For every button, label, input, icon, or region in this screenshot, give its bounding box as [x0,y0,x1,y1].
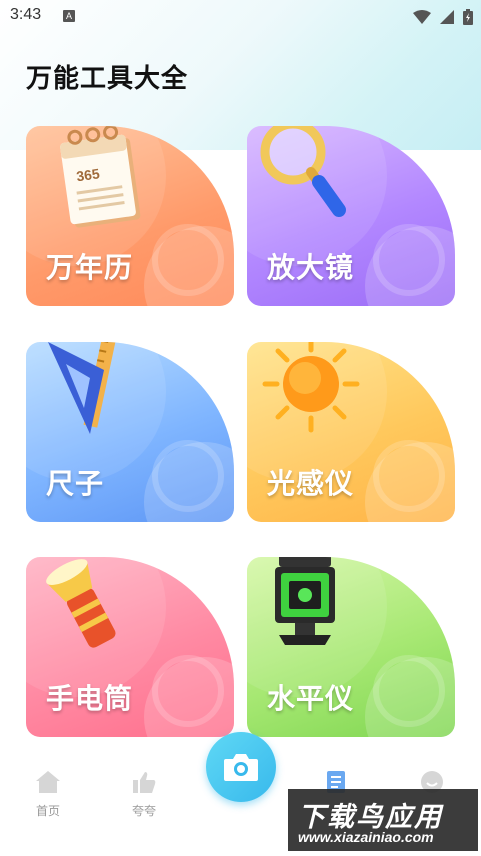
nav-home-label: 首页 [35,804,60,818]
notification-icon: A [63,10,75,22]
magnifier-icon [260,126,346,217]
tool-card-magnifier[interactable]: 放大镜 [247,126,455,306]
card-decoration [373,655,445,727]
tool-label: 手电筒 [46,682,134,715]
home-icon [36,771,60,793]
thumbs-up-icon [133,772,156,793]
card-decoration [373,224,445,296]
tool-card-ruler[interactable]: 尺子 [26,342,234,522]
calendar-icon: 365 [60,126,141,228]
camera-button[interactable] [206,732,276,802]
card-decoration [373,440,445,512]
laser-level-icon [275,557,335,645]
status-time: 3:43 [10,6,42,23]
sun-icon [262,342,360,433]
nav-praise-label: 夸夸 [131,804,156,818]
battery-icon [463,8,473,25]
tool-label: 放大镜 [267,251,355,284]
flashlight-icon [46,559,116,648]
wifi-icon [412,9,431,24]
calendar-number: 365 [75,165,101,184]
tool-label: 光感仪 [267,467,355,500]
tool-label: 万年历 [46,251,134,284]
tool-card-level[interactable]: 水平仪 [247,557,455,737]
tool-card-light-meter[interactable]: 光感仪 [247,342,455,522]
tool-card-flashlight[interactable]: 手电筒 [26,557,234,737]
signal-icon [439,9,454,24]
watermark-url: www.xiazainiao.com [298,829,434,845]
card-decoration [152,224,224,296]
tool-label: 尺子 [46,467,105,500]
tool-label: 水平仪 [267,682,355,715]
camera-icon [224,754,258,781]
ruler-icon [48,342,118,434]
tool-card-calendar[interactable]: 365 万年历 [26,126,234,306]
card-decoration [152,440,224,512]
watermark: 下载鸟应用 www.xiazainiao.com [288,789,478,851]
page-title: 万能工具大全 [26,64,189,94]
card-decoration [152,655,224,727]
status-bar: 3:43 A [0,0,481,32]
system-icons [409,6,473,26]
nav-praise[interactable]: 夸夸 [114,770,174,819]
nav-home[interactable]: 首页 [18,770,78,819]
